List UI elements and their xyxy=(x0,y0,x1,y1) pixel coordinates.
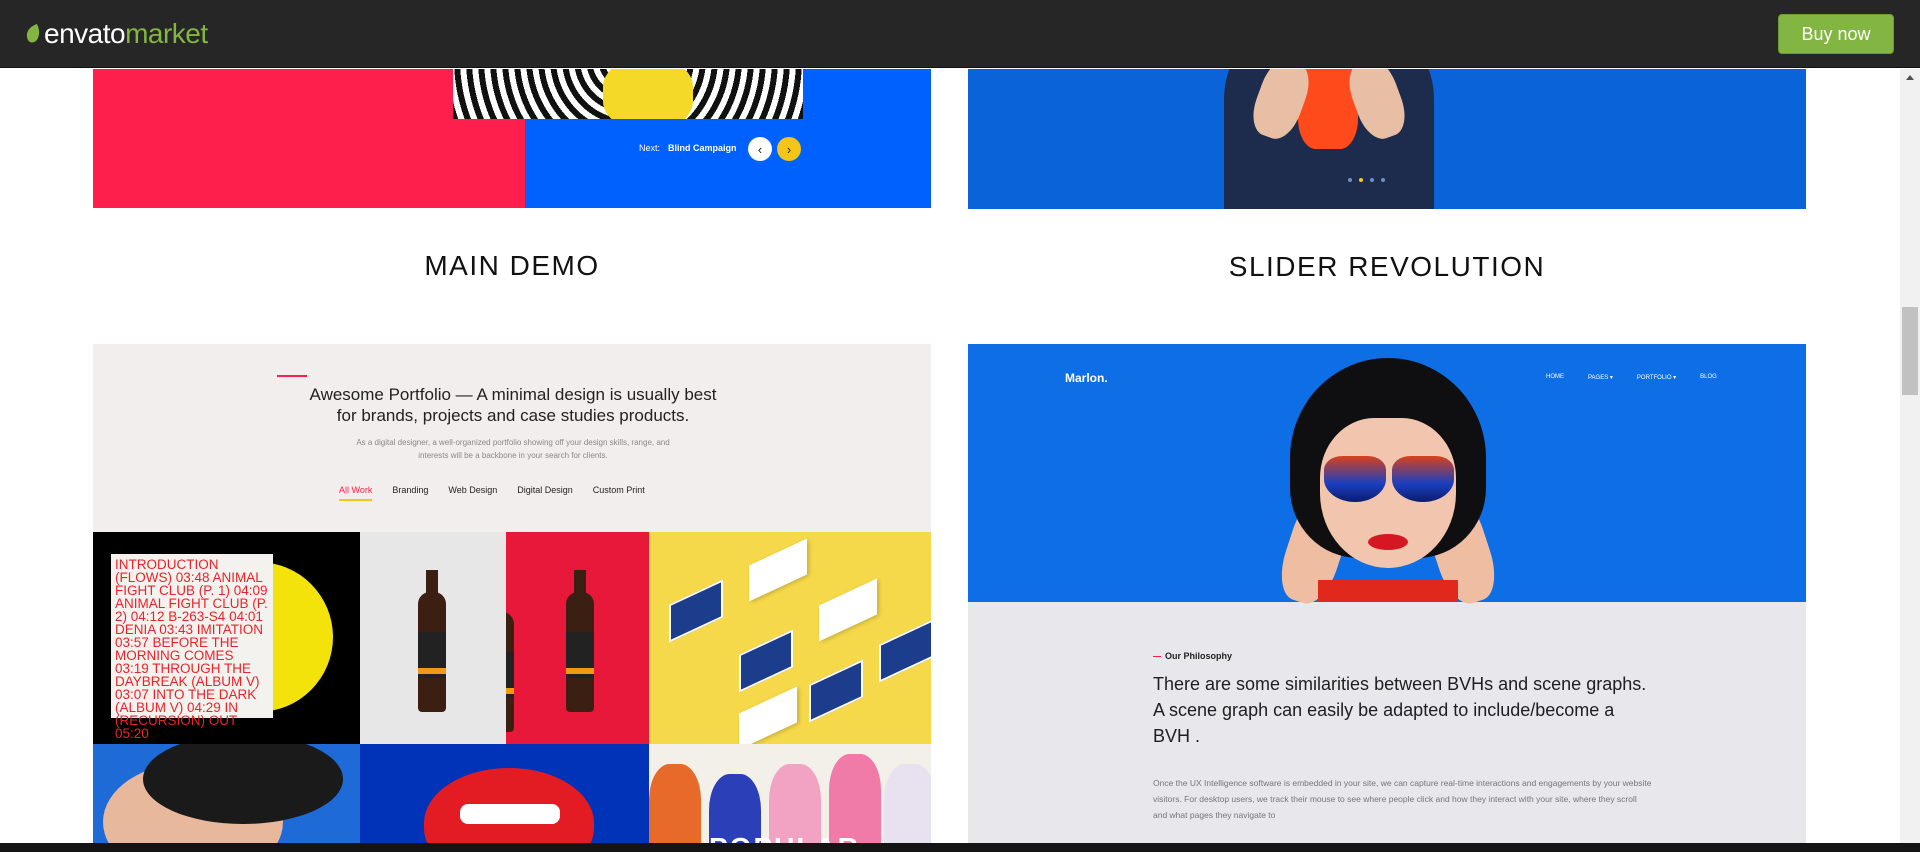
page-scrollbar[interactable] xyxy=(1900,69,1920,843)
nav-blog[interactable]: BLOG xyxy=(1700,374,1717,381)
card-white xyxy=(739,686,797,744)
bottle xyxy=(566,570,594,712)
group-photo-tile: POPULAR xyxy=(649,744,931,843)
next-project-name: Blind Campaign xyxy=(668,143,737,153)
next-prefix: Next: xyxy=(639,143,661,153)
marlon-logo[interactable]: Marlon. xyxy=(1065,371,1108,385)
heading-line-2: for brands, projects and case studies pr… xyxy=(336,406,690,425)
bottle-tile-grey xyxy=(360,532,506,744)
main-demo-title[interactable]: MAIN DEMO xyxy=(93,250,931,282)
tab-web-design[interactable]: Web Design xyxy=(448,485,497,501)
main-demo-preview[interactable]: Next: Blind Campaign ‹ › xyxy=(93,69,931,208)
subtext-line-1: As a digital designer, a well-organized … xyxy=(356,438,670,447)
nav-portfolio[interactable]: PORTFOLIO ▾ xyxy=(1637,374,1676,381)
chevron-left-icon[interactable]: ‹ xyxy=(748,137,772,161)
teeth xyxy=(460,804,560,824)
top-bar: envato market Buy now xyxy=(0,0,1920,68)
lips xyxy=(1368,534,1408,550)
tile-caption: POPULAR xyxy=(709,832,860,843)
card-white xyxy=(819,578,877,642)
leaf-icon xyxy=(26,24,40,43)
slider-dot[interactable] xyxy=(1370,178,1374,182)
nav-pages[interactable]: PAGES ▾ xyxy=(1588,374,1613,381)
portfolio-filter-tabs: All Work Branding Web Design Digital Des… xyxy=(339,485,645,501)
marlon-nav: HOME PAGES ▾ PORTFOLIO ▾ BLOG xyxy=(1546,374,1717,381)
philosophy-body: Once the UX Intelligence software is emb… xyxy=(1153,778,1652,820)
card-white xyxy=(749,538,807,602)
lips-tile xyxy=(360,744,649,843)
slider-revolution-preview[interactable] xyxy=(968,69,1806,209)
sunglasses-lens-right xyxy=(1392,456,1454,502)
philosophy-quote: There are some similarities between BVHs… xyxy=(1153,674,1647,746)
slider-dots[interactable] xyxy=(1348,178,1385,182)
tab-branding[interactable]: Branding xyxy=(392,485,428,501)
person xyxy=(884,764,931,843)
tab-all-work[interactable]: All Work xyxy=(339,485,373,501)
portfolio-demo-preview[interactable]: Awesome Portfolio — A minimal design is … xyxy=(93,344,931,843)
portfolio-subtext: As a digital designer, a well-organized … xyxy=(313,436,713,462)
card-pattern xyxy=(739,629,793,693)
bottom-edge xyxy=(0,843,1920,852)
slider-revolution-title[interactable]: SLIDER REVOLUTION xyxy=(968,251,1806,283)
collar xyxy=(1318,580,1458,602)
business-cards-tile xyxy=(649,532,931,744)
next-project-label: Next: Blind Campaign xyxy=(639,143,737,153)
swimmer-tile xyxy=(93,744,360,843)
subtext-line-2: interests will be a backbone in your sea… xyxy=(418,451,608,460)
brand-envato: envato xyxy=(44,18,126,49)
tab-custom-print[interactable]: Custom Print xyxy=(593,485,645,501)
card-pattern xyxy=(669,579,723,643)
album-tile: INTRODUCTION (FLOWS) 03:48 ANIMAL FIGHT … xyxy=(93,532,360,744)
hero-banner: Marlon. HOME PAGES ▾ PORTFOLIO ▾ BLOG xyxy=(968,344,1806,610)
pattern-artwork xyxy=(453,69,803,119)
marlon-demo-preview[interactable]: Marlon. HOME PAGES ▾ PORTFOLIO ▾ BLOG Ou… xyxy=(968,344,1806,843)
bottle xyxy=(506,612,514,732)
slider-dot[interactable] xyxy=(1348,178,1352,182)
card-pattern xyxy=(809,659,863,723)
sunglasses-lens-left xyxy=(1324,456,1386,502)
tab-digital-design[interactable]: Digital Design xyxy=(517,485,573,501)
person xyxy=(829,754,881,843)
buy-now-button[interactable]: Buy now xyxy=(1778,14,1894,54)
scroll-thumb[interactable] xyxy=(1902,307,1918,395)
bottle-tile-red xyxy=(506,532,649,744)
nav-home[interactable]: HOME xyxy=(1546,374,1564,381)
slider-dot-active[interactable] xyxy=(1359,178,1363,182)
tracklist-sleeve: INTRODUCTION (FLOWS) 03:48 ANIMAL FIGHT … xyxy=(111,554,273,740)
brand-market: market xyxy=(125,18,208,49)
philosophy-kicker: Our Philosophy xyxy=(1153,651,1232,661)
person xyxy=(649,764,701,843)
accent-dash xyxy=(277,375,307,377)
slider-dot[interactable] xyxy=(1381,178,1385,182)
bottle xyxy=(418,570,446,712)
chevron-right-icon[interactable]: › xyxy=(777,137,801,161)
card-pattern xyxy=(879,619,931,683)
heading-line-1: Awesome Portfolio — A minimal design is … xyxy=(309,385,717,404)
scroll-up-arrow-icon[interactable] xyxy=(1906,75,1914,80)
envato-market-logo[interactable]: envato market xyxy=(24,18,208,50)
portfolio-heading: Awesome Portfolio — A minimal design is … xyxy=(193,384,833,426)
